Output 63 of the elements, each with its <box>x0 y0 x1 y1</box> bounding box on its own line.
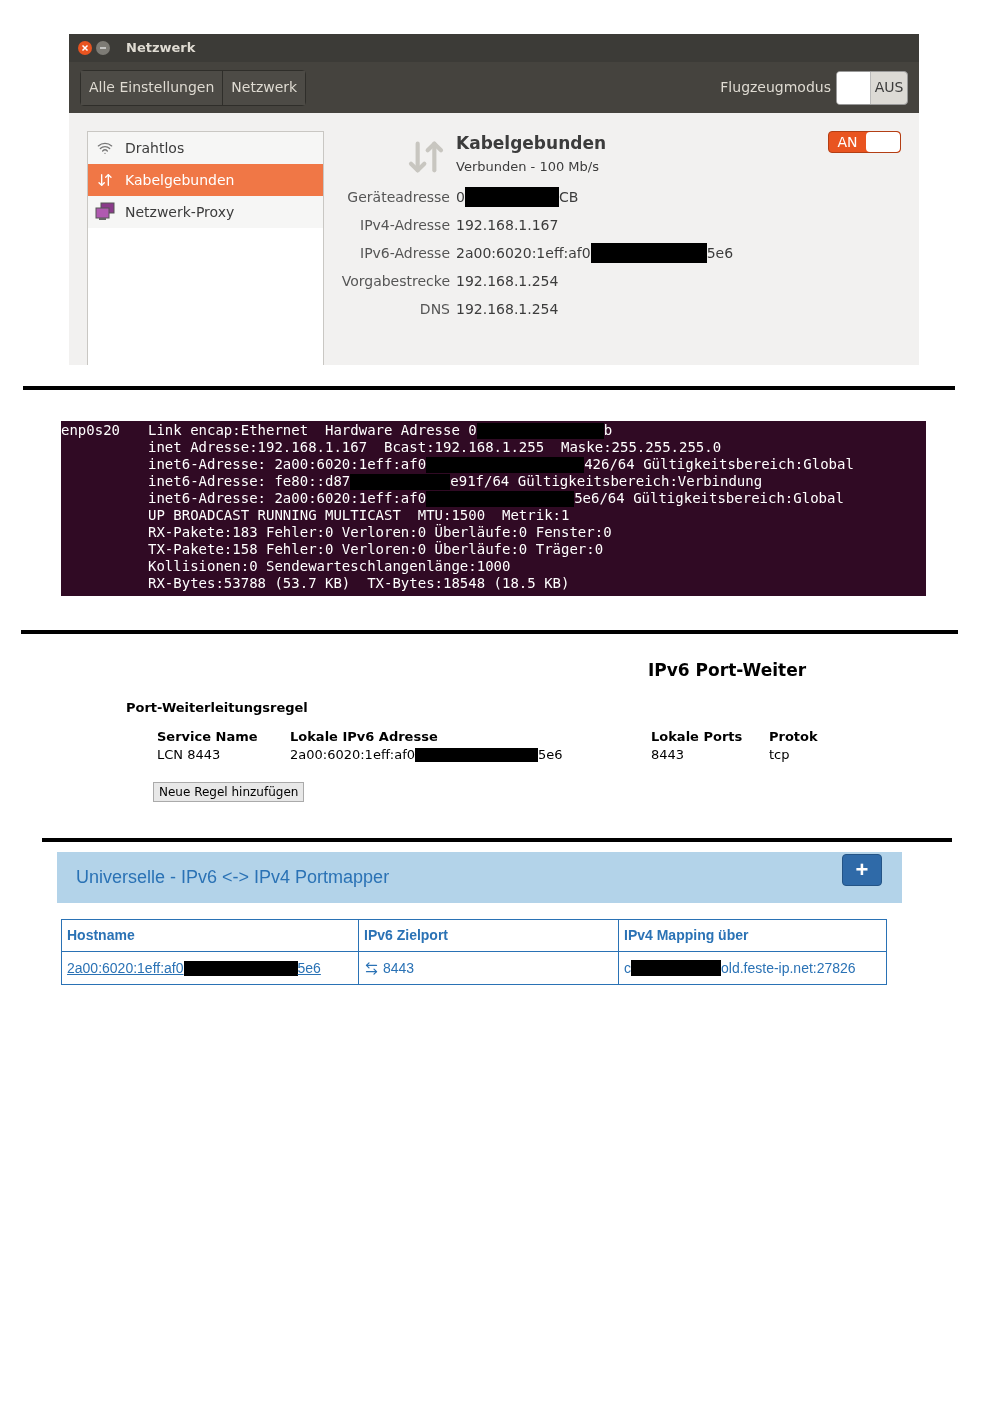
detail-value: CB <box>558 187 579 207</box>
minimize-icon[interactable] <box>96 41 110 55</box>
sidebar-item[interactable]: Netzwerk-Proxy <box>88 196 323 228</box>
table-cell: tcp <box>769 746 790 764</box>
terminal-line: Link encap:Ethernet Hardware Adresse 0 <box>148 422 477 439</box>
terminal-line: inet6-Adresse: 2a00:6020:1eff:af0 <box>148 456 427 473</box>
airplane-mode-label: Flugzeugmodus <box>720 78 831 97</box>
add-button[interactable]: + <box>842 854 882 886</box>
detail-label: DNS <box>418 300 450 319</box>
column-header: Lokale IPv6 Adresse <box>290 728 439 746</box>
detail-label: Vorgabestrecke <box>340 272 450 291</box>
close-icon[interactable] <box>78 41 92 55</box>
window-title: Netzwerk <box>126 39 196 58</box>
connection-switch[interactable]: AN <box>828 131 901 153</box>
column-header: Lokale Ports <box>651 728 744 746</box>
table-cell-text: old.feste-ip.net:27826 <box>721 958 856 978</box>
detail-value: 2a00:6020:1eff:af0 <box>456 243 591 263</box>
swap-arrows-icon <box>364 960 379 976</box>
wifi-icon <box>97 140 113 156</box>
page-heading: IPv6 Port-Weiter <box>648 660 807 680</box>
panel-title: Universelle - IPv6 <-> IPv4 Portmapper <box>76 866 390 889</box>
terminal-line: b <box>603 422 613 439</box>
terminal-line: RX-Bytes:53788 (53.7 KB) TX-Bytes:18548 (18.5 KB) <box>148 575 570 592</box>
interface-name: enp0s20 <box>61 422 121 440</box>
terminal-line: UP BROADCAST RUNNING MULTICAST MTU:1500 Metrik:1 <box>148 507 570 524</box>
table-cell: 2a00:6020:1eff:af0 <box>290 746 416 764</box>
detail-value: 192.168.1.254 <box>456 299 559 319</box>
detail-value: 192.168.1.167 <box>456 215 559 235</box>
column-header: Protok <box>769 728 819 746</box>
column-header: IPv6 Zielport <box>358 919 619 952</box>
terminal-line: 5e6/64 Gültigkeitsbereich:Global <box>574 490 844 507</box>
breadcrumb-button[interactable]: Alle Einstellungen <box>81 70 223 105</box>
terminal-line: Kollisionen:0 Sendewarteschlangenlänge:1000 <box>148 558 511 575</box>
terminal-line: inet6-Adresse: fe80::d87 <box>148 473 351 490</box>
terminal-line: inet Adresse:192.168.1.167 Bcast:192.168.1.255 Maske:255.255.255.0 <box>148 439 722 456</box>
column-header: IPv4 Mapping über <box>618 919 887 952</box>
table-cell-text: 8443 <box>383 958 415 978</box>
table-cell: 8443 <box>651 746 685 764</box>
monitors-icon <box>94 202 116 222</box>
column-header: Service Name <box>157 728 259 746</box>
sidebar-item[interactable]: Drahtlos <box>88 132 323 164</box>
table-cell: 5e6 <box>538 746 563 764</box>
detail-value: 192.168.1.254 <box>456 271 559 291</box>
up-down-arrows-icon <box>97 172 113 188</box>
terminal-line: inet6-Adresse: 2a00:6020:1eff:af0 <box>148 490 427 507</box>
table-cell: LCN 8443 <box>157 746 221 764</box>
terminal-line: TX-Pakete:158 Fehler:0 Verloren:0 Überläufe:0 Träger:0 <box>148 541 604 558</box>
terminal-line: e91f/64 Gültigkeitsbereich:Verbindung <box>450 473 763 490</box>
section-heading: Port-Weiterleitungsregel <box>126 700 308 715</box>
detail-value: 5e6 <box>706 243 734 263</box>
detail-label: IPv6-Adresse <box>359 244 450 263</box>
column-header: Hostname <box>61 919 359 952</box>
airplane-mode-switch[interactable]: AUS <box>836 70 908 105</box>
connection-title: Kabelgebunden <box>456 132 607 155</box>
detail-label: Geräteadresse <box>346 188 450 207</box>
add-rule-button[interactable]: Neue Regel hinzufügen <box>153 782 305 802</box>
detail-label: IPv4-Adresse <box>359 216 450 235</box>
breadcrumb-button[interactable]: Netzwerk <box>222 70 306 105</box>
terminal-line: 426/64 Gültigkeitsbereich:Global <box>584 456 854 473</box>
connection-status: Verbunden - 100 Mb/s <box>456 157 600 176</box>
terminal-line: RX-Pakete:183 Fehler:0 Verloren:0 Überläufe:0 Fenster:0 <box>148 524 612 541</box>
table-cell-text: c <box>624 958 631 978</box>
detail-value: 0 <box>456 187 465 207</box>
